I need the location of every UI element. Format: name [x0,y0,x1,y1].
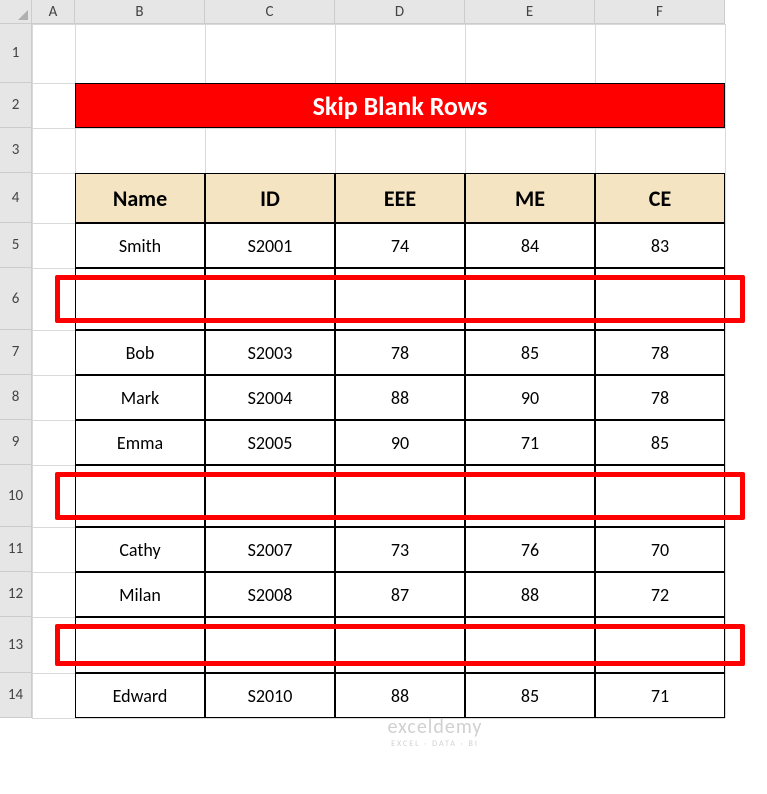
table-header-id[interactable]: ID [205,173,335,223]
table-cell[interactable]: 88 [465,572,595,617]
row-header-4[interactable]: 4 [0,173,32,223]
table-cell[interactable]: S2007 [205,527,335,572]
row-header-2[interactable]: 2 [0,83,32,128]
row-header-13[interactable]: 13 [0,617,32,673]
table-cell[interactable]: 85 [465,330,595,375]
table-cell[interactable]: 90 [465,375,595,420]
table-cell[interactable]: Milan [75,572,205,617]
table-cell[interactable] [335,465,465,527]
table-cell[interactable]: 85 [595,420,725,465]
table-header-name[interactable]: Name [75,173,205,223]
table-cell[interactable] [75,465,205,527]
watermark-main: exceldemy [305,715,565,739]
row-header-11[interactable]: 11 [0,527,32,572]
row-header-8[interactable]: 8 [0,375,32,420]
table-cell[interactable]: 76 [465,527,595,572]
table-cell[interactable] [75,617,205,673]
table-cell[interactable]: Smith [75,223,205,268]
corner-triangle-icon [18,10,28,20]
row-header-5[interactable]: 5 [0,223,32,268]
table-cell[interactable]: 88 [335,673,465,718]
table-cell[interactable]: S2001 [205,223,335,268]
table-cell[interactable]: 71 [465,420,595,465]
table-cell[interactable]: 72 [595,572,725,617]
table-cell[interactable]: 73 [335,527,465,572]
column-header-a[interactable]: A [32,0,75,24]
spreadsheet-grid: ABCDEF 1234567891011121314 Skip Blank Ro… [0,0,767,794]
cells-area: Skip Blank Rows NameIDEEEMECE SmithS200174… [32,24,725,718]
table-cell[interactable] [595,268,725,330]
column-header-f[interactable]: F [595,0,725,24]
table-cell[interactable]: Bob [75,330,205,375]
table-cell[interactable]: 70 [595,527,725,572]
table-cell[interactable] [595,617,725,673]
row-header-6[interactable]: 6 [0,268,32,330]
watermark-sub: EXCEL · DATA · BI [305,739,565,749]
table-cell[interactable] [205,617,335,673]
row-header-14[interactable]: 14 [0,673,32,718]
table-cell[interactable]: Edward [75,673,205,718]
table-cell[interactable] [465,617,595,673]
table-header-eee[interactable]: EEE [335,173,465,223]
table-cell[interactable]: 83 [595,223,725,268]
title-cell[interactable]: Skip Blank Rows [75,83,725,128]
table-cell[interactable]: Cathy [75,527,205,572]
table-cell[interactable]: S2010 [205,673,335,718]
row-header-9[interactable]: 9 [0,420,32,465]
column-header-b[interactable]: B [75,0,205,24]
row-header-1[interactable]: 1 [0,24,32,83]
table-cell[interactable] [595,465,725,527]
table-cell[interactable]: 78 [595,375,725,420]
row-header-3[interactable]: 3 [0,128,32,173]
column-headers: ABCDEF [32,0,725,24]
column-header-e[interactable]: E [465,0,595,24]
table-cell[interactable] [335,617,465,673]
row-header-7[interactable]: 7 [0,330,32,375]
table-cell[interactable]: 78 [335,330,465,375]
table-cell[interactable]: 71 [595,673,725,718]
table-cell[interactable]: 78 [595,330,725,375]
column-header-d[interactable]: D [335,0,465,24]
table-cell[interactable]: S2004 [205,375,335,420]
table-cell[interactable] [465,465,595,527]
table-cell[interactable]: S2005 [205,420,335,465]
row-headers: 1234567891011121314 [0,24,32,718]
column-header-c[interactable]: C [205,0,335,24]
table-cell[interactable]: 74 [335,223,465,268]
table-cell[interactable]: 88 [335,375,465,420]
table-cell[interactable] [335,268,465,330]
select-all-corner[interactable] [0,0,32,24]
table-cell[interactable]: 90 [335,420,465,465]
table-cell[interactable] [465,268,595,330]
table-header-ce[interactable]: CE [595,173,725,223]
table-cell[interactable]: Emma [75,420,205,465]
table-cell[interactable]: Mark [75,375,205,420]
table-cell[interactable]: 84 [465,223,595,268]
table-cell[interactable]: 85 [465,673,595,718]
row-header-12[interactable]: 12 [0,572,32,617]
table-cell[interactable] [205,465,335,527]
table-cell[interactable]: S2008 [205,572,335,617]
table-header-me[interactable]: ME [465,173,595,223]
table-cell[interactable]: S2003 [205,330,335,375]
table-cell[interactable] [75,268,205,330]
table-cell[interactable]: 87 [335,572,465,617]
table-cell[interactable] [205,268,335,330]
watermark: exceldemyEXCEL · DATA · BI [305,715,565,749]
row-header-10[interactable]: 10 [0,465,32,527]
